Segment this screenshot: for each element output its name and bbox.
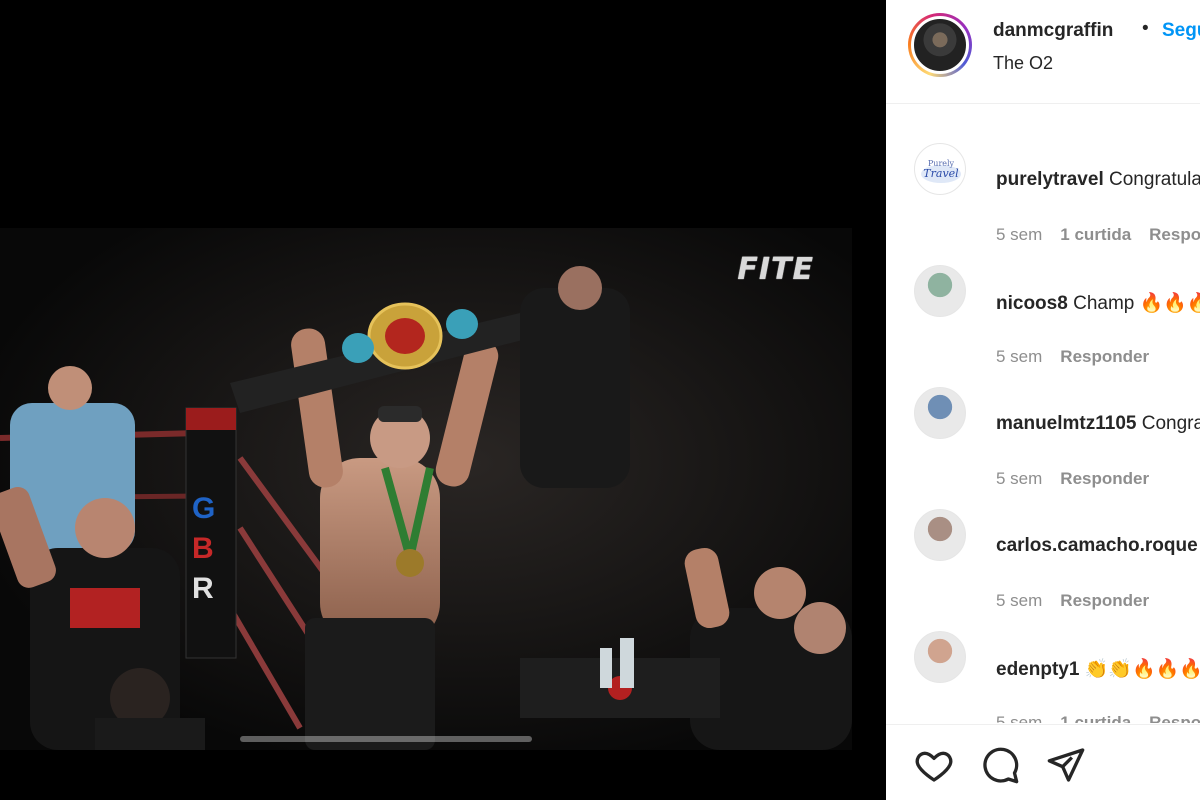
- comment-time: 5 sem: [996, 713, 1043, 723]
- comment-time: 5 sem: [996, 225, 1043, 244]
- avatar[interactable]: [911, 16, 969, 74]
- comment-text-line: purelytravel Congratulations: [996, 169, 1200, 191]
- comment-body: 👏👏🔥🔥🔥🔥: [1084, 659, 1200, 680]
- comment-text-line: nicoos8 Champ 🔥🔥🔥: [996, 291, 1200, 315]
- post-action-bar: [886, 724, 1200, 800]
- comment-reply-button[interactable]: Responder: [1060, 469, 1149, 488]
- comment-time: 5 sem: [996, 347, 1043, 366]
- comment-time: 5 sem: [996, 591, 1043, 610]
- comment-avatar[interactable]: Purely Travel: [914, 143, 966, 195]
- comment-reply-button[interactable]: Responder: [1149, 713, 1200, 723]
- svg-text:G: G: [192, 492, 215, 525]
- comment-avatar[interactable]: [914, 509, 966, 561]
- story-ring[interactable]: [908, 13, 972, 77]
- video-frame-image: G B R: [0, 228, 852, 750]
- svg-text:R: R: [192, 572, 214, 605]
- comment-reply-button[interactable]: Responder: [1149, 225, 1200, 244]
- comment-meta: 5 sem Responder: [996, 347, 1167, 367]
- comment-avatar[interactable]: [914, 631, 966, 683]
- purely-travel-logo-icon: PurelyTravel: [921, 159, 961, 183]
- media-pane: G B R FITE: [0, 0, 886, 800]
- comment-text-line: edenpty1 👏👏🔥🔥🔥🔥: [996, 657, 1200, 681]
- comment-row: manuelmtz1105 Congrats 5 sem Responder: [886, 371, 1200, 493]
- comment-likes[interactable]: 1 curtida: [1060, 713, 1131, 723]
- post-sidebar: danmcgraffin • Seguir The O2 PurelyTrave…: [886, 0, 1200, 800]
- share-icon[interactable]: [1046, 745, 1086, 785]
- follow-button[interactable]: Seguir: [1162, 20, 1200, 42]
- comment-username[interactable]: purelytravel: [996, 169, 1104, 190]
- comment-avatar[interactable]: [914, 387, 966, 439]
- comment-icon[interactable]: [980, 745, 1020, 785]
- comment-row: edenpty1 👏👏🔥🔥🔥🔥 5 sem 1 curtida Responder: [886, 615, 1200, 723]
- comment-row: PurelyTravel purelytravel Congratulations…: [886, 127, 1200, 249]
- comments-list[interactable]: PurelyTravel purelytravel Congratulations…: [886, 105, 1200, 723]
- comment-username[interactable]: nicoos8: [996, 293, 1068, 314]
- heart-icon[interactable]: [914, 745, 954, 785]
- video-player[interactable]: G B R FITE: [0, 228, 852, 750]
- comment-username[interactable]: carlos.camacho.roque: [996, 535, 1198, 556]
- header-separator: •: [1142, 18, 1149, 39]
- comment-row: carlos.camacho.roque 5 sem Responder: [886, 493, 1200, 615]
- comment-avatar[interactable]: [914, 265, 966, 317]
- post-header: danmcgraffin • Seguir The O2: [886, 0, 1200, 104]
- comment-text-line: carlos.camacho.roque: [996, 535, 1198, 557]
- svg-text:Travel: Travel: [923, 167, 959, 180]
- post-location[interactable]: The O2: [993, 53, 1053, 74]
- comment-meta: 5 sem 1 curtida Responder: [996, 225, 1200, 245]
- comment-body: Congrats: [1141, 413, 1200, 434]
- post-author-username[interactable]: danmcgraffin: [993, 20, 1113, 42]
- comment-reply-button[interactable]: Responder: [1060, 591, 1149, 610]
- comment-meta: 5 sem Responder: [996, 469, 1167, 489]
- svg-text:B: B: [192, 532, 214, 565]
- comment-body: Champ 🔥🔥🔥: [1073, 293, 1200, 314]
- comment-meta: 5 sem 1 curtida Responder: [996, 713, 1200, 723]
- comment-row: nicoos8 Champ 🔥🔥🔥 5 sem Responder: [886, 249, 1200, 371]
- comment-username[interactable]: edenpty1: [996, 659, 1079, 680]
- comment-likes[interactable]: 1 curtida: [1060, 225, 1131, 244]
- comment-body: Congratulations: [1109, 169, 1200, 190]
- video-progress-bar[interactable]: [240, 736, 532, 742]
- comment-text-line: manuelmtz1105 Congrats: [996, 413, 1200, 435]
- comment-meta: 5 sem Responder: [996, 591, 1167, 611]
- fite-watermark: FITE: [737, 252, 814, 287]
- comment-username[interactable]: manuelmtz1105: [996, 413, 1136, 434]
- comment-reply-button[interactable]: Responder: [1060, 347, 1149, 366]
- comment-time: 5 sem: [996, 469, 1043, 488]
